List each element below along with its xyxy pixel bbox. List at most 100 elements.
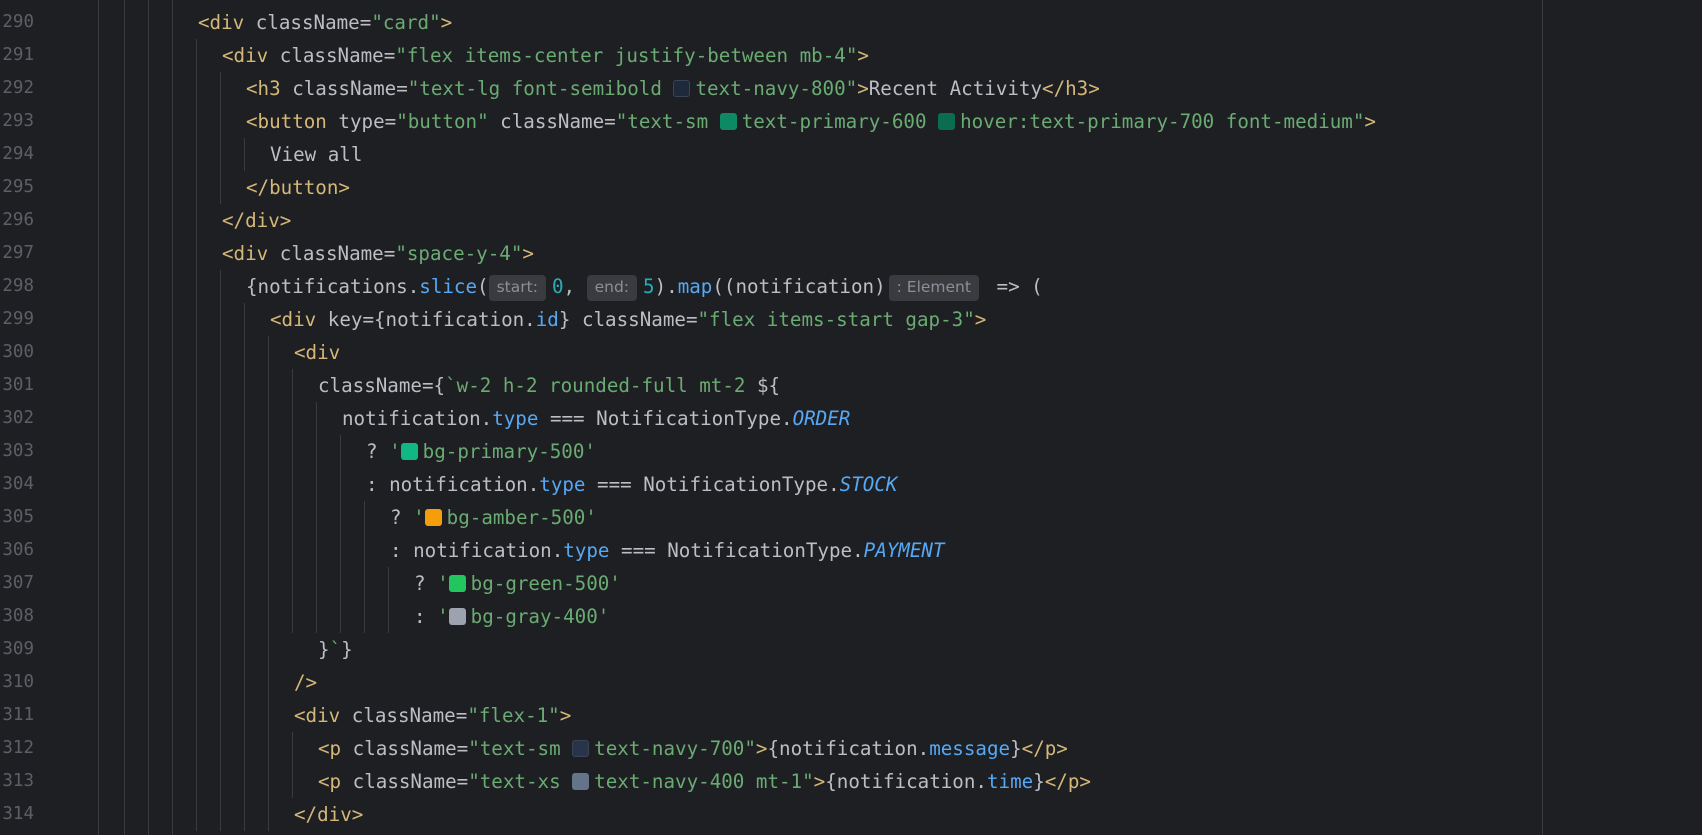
indent-guide xyxy=(388,567,389,633)
color-swatch-primary-500-icon[interactable] xyxy=(400,443,418,460)
code-token: {notification. xyxy=(767,737,930,760)
code-line[interactable]: ? ' bg-primary-500' xyxy=(366,435,596,468)
code-line[interactable]: }`} xyxy=(318,633,353,666)
jsx-attribute: className xyxy=(570,308,686,331)
operator: = xyxy=(383,44,396,67)
code-token: => ( xyxy=(984,275,1043,298)
string-literal: bg-amber-500' xyxy=(446,506,597,529)
indent-guide xyxy=(172,0,173,835)
code-line[interactable]: <div className="card"> xyxy=(198,6,452,39)
line-number: 297 xyxy=(2,243,34,263)
code-editor[interactable]: 290 291 292 293 294 295 296 297 298 299 … xyxy=(0,0,1702,835)
code-line[interactable]: </div> xyxy=(294,798,363,831)
code-token: : notification. xyxy=(366,473,540,496)
operator: = xyxy=(362,308,374,331)
template-literal: `w-2 h-2 rounded-full mt-2 xyxy=(445,374,757,397)
code-line[interactable]: : ' bg-gray-400' xyxy=(414,600,609,633)
indent-guide xyxy=(98,0,99,835)
jsx-attribute: type xyxy=(326,110,385,133)
code-token: ). xyxy=(654,275,678,298)
code-token: : xyxy=(414,605,438,628)
code-line[interactable]: <div className="flex-1"> xyxy=(294,699,571,732)
enum-constant: ORDER xyxy=(792,407,851,430)
line-number: 295 xyxy=(2,177,34,197)
code-line[interactable]: <h3 className="text-lg font-semibold tex… xyxy=(246,72,1100,105)
jsx-tag: > xyxy=(755,737,768,760)
code-token: } xyxy=(318,638,330,661)
type-hint: : Element xyxy=(888,275,979,301)
line-number: 303 xyxy=(2,441,34,461)
string-literal: "text-sm xyxy=(468,737,573,760)
jsx-attribute: className xyxy=(341,737,457,760)
function-name: map xyxy=(677,275,713,298)
code-token: ? xyxy=(390,506,414,529)
line-number: 304 xyxy=(2,474,34,494)
property-name: type xyxy=(539,473,586,496)
code-line[interactable]: <p className="text-xs text-navy-400 mt-1… xyxy=(318,765,1091,798)
code-line[interactable]: : notification.type === NotificationType… xyxy=(366,468,897,501)
operator: = xyxy=(359,11,372,34)
jsx-tag: > xyxy=(974,308,987,331)
line-number: 307 xyxy=(2,573,34,593)
color-swatch-green-500-icon[interactable] xyxy=(448,575,466,592)
code-line[interactable]: : notification.type === NotificationType… xyxy=(390,534,945,567)
indent-guide xyxy=(196,39,197,831)
color-swatch-primary-700-icon[interactable] xyxy=(938,113,956,130)
string-literal: hover:text-primary-700 font-medium" xyxy=(960,110,1365,133)
property-name: time xyxy=(986,770,1034,793)
code-token: } xyxy=(1010,737,1022,760)
code-line[interactable]: <div xyxy=(294,336,340,369)
color-swatch-navy-800-icon[interactable] xyxy=(673,80,691,97)
indent-guide xyxy=(244,138,245,171)
code-line[interactable]: {notifications.slice(start: 0, end: 5).map… xyxy=(246,270,1043,303)
code-line[interactable]: /> xyxy=(294,666,317,699)
parameter-hint: end: xyxy=(586,275,638,301)
jsx-tag: <div xyxy=(294,704,341,727)
jsx-tag: > xyxy=(559,704,572,727)
code-token: : notification. xyxy=(390,539,564,562)
code-line[interactable]: ? ' bg-green-500' xyxy=(414,567,621,600)
code-token: } xyxy=(558,308,571,331)
code-line[interactable]: <p className="text-sm text-navy-700">{no… xyxy=(318,732,1068,765)
line-number: 298 xyxy=(2,276,34,296)
jsx-attribute: className xyxy=(268,44,384,67)
number-literal: 0 xyxy=(551,275,564,298)
line-number: 299 xyxy=(2,309,34,329)
color-swatch-amber-500-icon[interactable] xyxy=(424,509,442,526)
code-line[interactable]: </div> xyxy=(222,204,291,237)
code-line[interactable]: View all xyxy=(270,138,362,171)
code-line[interactable]: </button> xyxy=(246,171,350,204)
jsx-attribute: className xyxy=(488,110,605,133)
string-literal: ' xyxy=(389,440,401,463)
operator: = xyxy=(456,737,469,760)
code-token: ? xyxy=(414,572,438,595)
color-swatch-primary-600-icon[interactable] xyxy=(719,113,737,130)
string-literal: "card" xyxy=(371,11,441,34)
line-number: 314 xyxy=(2,804,34,824)
line-number: 313 xyxy=(2,771,34,791)
code-line[interactable]: <div className="space-y-4"> xyxy=(222,237,534,270)
property-name: message xyxy=(929,737,1011,760)
indent-guide xyxy=(292,369,293,633)
jsx-tag: > xyxy=(522,242,534,265)
code-line[interactable]: <button type="button" className="text-sm… xyxy=(246,105,1376,138)
line-number: 305 xyxy=(2,507,34,527)
color-swatch-gray-400-icon[interactable] xyxy=(448,608,466,625)
string-literal: bg-green-500' xyxy=(470,572,621,595)
line-number: 301 xyxy=(2,375,34,395)
jsx-tag: <p xyxy=(318,737,342,760)
code-line[interactable]: className={`w-2 h-2 rounded-full mt-2 ${ xyxy=(318,369,780,402)
jsx-tag: </p> xyxy=(1021,737,1068,760)
code-token: } xyxy=(341,638,353,661)
code-line[interactable]: <div className="flex items-center justif… xyxy=(222,39,869,72)
color-swatch-navy-700-icon[interactable] xyxy=(572,740,590,757)
jsx-attribute: className xyxy=(341,770,457,793)
code-line[interactable]: <div key={notification.id} className="fl… xyxy=(270,303,986,336)
jsx-tag: <div xyxy=(294,341,341,364)
code-token: {notification. xyxy=(374,308,536,331)
code-line[interactable]: notification.type === NotificationType.O… xyxy=(342,402,850,435)
code-token: ? xyxy=(366,440,390,463)
jsx-tag: <button xyxy=(246,110,327,133)
color-swatch-navy-400-icon[interactable] xyxy=(572,773,590,790)
code-line[interactable]: ? ' bg-amber-500' xyxy=(390,501,597,534)
